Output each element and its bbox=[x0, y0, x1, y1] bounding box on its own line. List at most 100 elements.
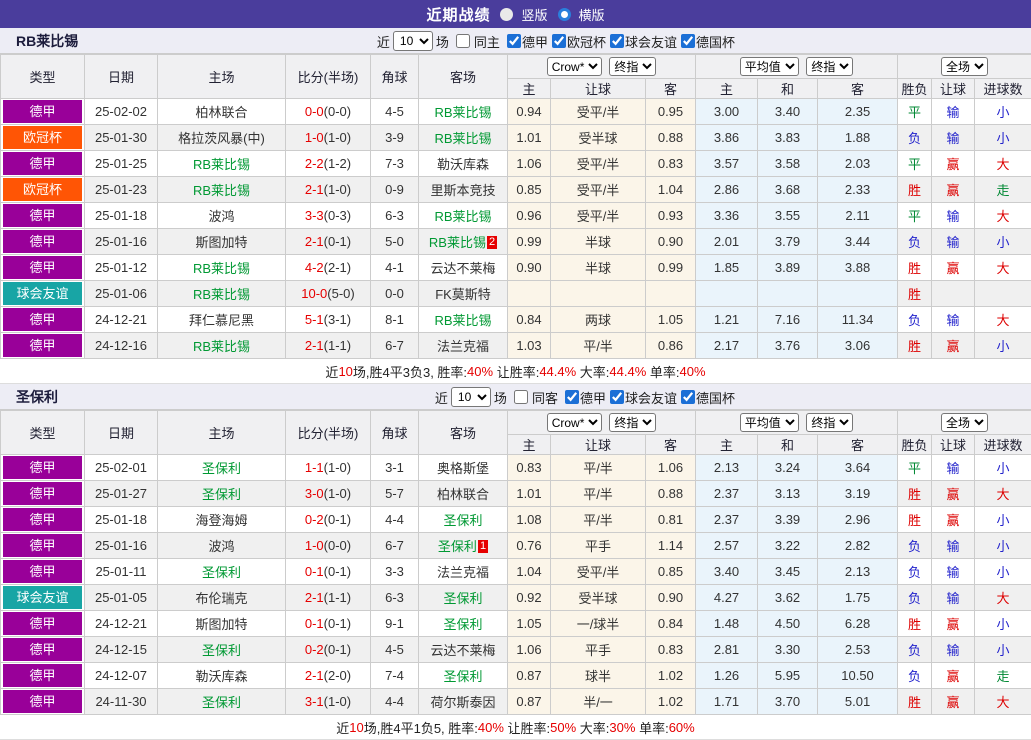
team-link[interactable]: 云达不莱梅 bbox=[430, 643, 495, 658]
team-link[interactable]: 圣保利 bbox=[443, 617, 482, 632]
league-checkbox-item[interactable]: 球会友谊 bbox=[606, 32, 677, 51]
radio-vertical-icon[interactable] bbox=[500, 8, 513, 21]
layout-vertical-option[interactable]: 竖版 bbox=[500, 5, 547, 24]
league-cell: 德甲 bbox=[1, 663, 85, 689]
full-match-select[interactable]: 全场 bbox=[941, 57, 988, 76]
team-link[interactable]: 圣保利 bbox=[202, 643, 241, 658]
crow-away-odds: 1.02 bbox=[646, 689, 696, 715]
average-select[interactable]: 平均值 bbox=[740, 57, 799, 76]
avg-away-odds: 3.44 bbox=[818, 229, 898, 255]
team-link[interactable]: 格拉茨风暴(中) bbox=[178, 131, 265, 146]
team-link[interactable]: 柏林联合 bbox=[437, 487, 489, 502]
team-link[interactable]: 法兰克福 bbox=[437, 565, 489, 580]
recent-count-select[interactable]: 10 bbox=[451, 387, 491, 407]
half-time-score: (2-0) bbox=[324, 668, 351, 683]
league-checkbox-item[interactable]: 欧冠杯 bbox=[548, 32, 606, 51]
league-cell: 欧冠杯 bbox=[1, 125, 85, 151]
team-link[interactable]: 云达不莱梅 bbox=[430, 261, 495, 276]
team-link[interactable]: 勒沃库森 bbox=[437, 157, 489, 172]
avg-away-odds: 2.03 bbox=[818, 151, 898, 177]
league-checkbox[interactable] bbox=[681, 390, 695, 404]
team-link[interactable]: RB莱比锡 bbox=[434, 209, 491, 224]
league-checkbox-item[interactable]: 德甲 bbox=[561, 388, 606, 407]
team-link[interactable]: 圣保利 bbox=[438, 539, 477, 554]
team-link[interactable]: RB莱比锡 bbox=[434, 105, 491, 120]
league-badge: 德甲 bbox=[3, 334, 82, 357]
league-checkbox[interactable] bbox=[610, 390, 624, 404]
team-link[interactable]: 圣保利 bbox=[443, 591, 482, 606]
team-link[interactable]: 荷尔斯泰因 bbox=[430, 695, 495, 710]
league-checkbox[interactable] bbox=[565, 390, 579, 404]
team-link[interactable]: RB莱比锡 bbox=[193, 339, 250, 354]
league-checkbox[interactable] bbox=[507, 34, 521, 48]
average-select[interactable]: 平均值 bbox=[740, 413, 799, 432]
handicap-cell: 平手 bbox=[551, 533, 646, 559]
league-checkbox-item[interactable]: 球会友谊 bbox=[606, 388, 677, 407]
team-link[interactable]: 勒沃库森 bbox=[195, 669, 247, 684]
team-link[interactable]: 波鸿 bbox=[208, 209, 234, 224]
team-link[interactable]: RB莱比锡 bbox=[193, 183, 250, 198]
result-cell: 负 bbox=[898, 637, 932, 663]
final-odds-select[interactable]: 终指 bbox=[609, 57, 656, 76]
sub-away-odds: 客 bbox=[646, 79, 696, 99]
team-link[interactable]: 圣保利 bbox=[202, 695, 241, 710]
full-match-group: 全场 bbox=[898, 55, 1031, 79]
sub-avg-away: 客 bbox=[818, 79, 898, 99]
handicap-cell: 半球 bbox=[551, 229, 646, 255]
team-link[interactable]: RB莱比锡 bbox=[193, 157, 250, 172]
sub-handicap-result: 让球 bbox=[932, 79, 975, 99]
league-checkbox-label: 德国杯 bbox=[696, 32, 735, 51]
team-link[interactable]: 里斯本竞技 bbox=[430, 183, 495, 198]
team-link[interactable]: RB莱比锡 bbox=[434, 313, 491, 328]
match-row: 德甲25-01-25RB莱比锡2-2(1-2)7-3勒沃库森1.06受平/半0.… bbox=[1, 151, 1031, 177]
team-link[interactable]: 法兰克福 bbox=[437, 339, 489, 354]
odds-source-select[interactable]: Crow* bbox=[547, 57, 602, 76]
match-row: 德甲25-02-01圣保利1-1(1-0)3-1奥格斯堡0.83平/半1.062… bbox=[1, 455, 1031, 481]
home-team-cell: 圣保利 bbox=[158, 481, 286, 507]
team-link[interactable]: 布伦瑞克 bbox=[195, 591, 247, 606]
team-link[interactable]: 柏林联合 bbox=[195, 105, 247, 120]
team-link[interactable]: 圣保利 bbox=[202, 461, 241, 476]
final-odds-select[interactable]: 终指 bbox=[609, 413, 656, 432]
full-time-score: 2-2 bbox=[305, 156, 324, 171]
full-match-select[interactable]: 全场 bbox=[941, 413, 988, 432]
odds-source-select[interactable]: Crow* bbox=[547, 413, 602, 432]
team-link[interactable]: FK莫斯特 bbox=[435, 287, 491, 302]
league-checkbox-item[interactable]: 德国杯 bbox=[677, 388, 735, 407]
same-away-checkbox[interactable] bbox=[514, 390, 528, 404]
team-link[interactable]: RB莱比锡 bbox=[193, 261, 250, 276]
final-odds-select-2[interactable]: 终指 bbox=[806, 413, 853, 432]
team-link[interactable]: 斯图加特 bbox=[195, 617, 247, 632]
avg-draw-odds bbox=[758, 281, 818, 307]
avg-home-odds: 3.57 bbox=[696, 151, 758, 177]
team-link[interactable]: 拜仁慕尼黑 bbox=[189, 313, 254, 328]
team-link[interactable]: 海登海姆 bbox=[195, 513, 247, 528]
radio-horizontal-icon[interactable] bbox=[558, 8, 571, 21]
date-cell: 25-01-05 bbox=[85, 585, 158, 611]
league-checkbox[interactable] bbox=[552, 34, 566, 48]
team-link[interactable]: 圣保利 bbox=[202, 565, 241, 580]
league-checkbox[interactable] bbox=[681, 34, 695, 48]
home-team-cell: 勒沃库森 bbox=[158, 663, 286, 689]
layout-horizontal-option[interactable]: 横版 bbox=[558, 5, 605, 24]
league-checkbox[interactable] bbox=[610, 34, 624, 48]
crow-away-odds: 0.90 bbox=[646, 229, 696, 255]
team-link[interactable]: 斯图加特 bbox=[195, 235, 247, 250]
league-checkbox-item[interactable]: 德甲 bbox=[503, 32, 548, 51]
games-label: 场 bbox=[436, 32, 449, 51]
team-link[interactable]: 圣保利 bbox=[202, 487, 241, 502]
team-link[interactable]: RB莱比锡 bbox=[429, 235, 486, 250]
recent-count-select[interactable]: 10 bbox=[393, 31, 433, 51]
home-team-cell: 波鸿 bbox=[158, 533, 286, 559]
crow-home-odds: 1.06 bbox=[508, 637, 551, 663]
team-link[interactable]: 圣保利 bbox=[443, 669, 482, 684]
team-link[interactable]: 奥格斯堡 bbox=[437, 461, 489, 476]
final-odds-select-2[interactable]: 终指 bbox=[806, 57, 853, 76]
avg-away-odds bbox=[818, 281, 898, 307]
team-link[interactable]: 波鸿 bbox=[208, 539, 234, 554]
team-link[interactable]: RB莱比锡 bbox=[434, 131, 491, 146]
team-link[interactable]: 圣保利 bbox=[443, 513, 482, 528]
league-checkbox-item[interactable]: 德国杯 bbox=[677, 32, 735, 51]
team-link[interactable]: RB莱比锡 bbox=[193, 287, 250, 302]
same-home-checkbox[interactable] bbox=[456, 34, 470, 48]
